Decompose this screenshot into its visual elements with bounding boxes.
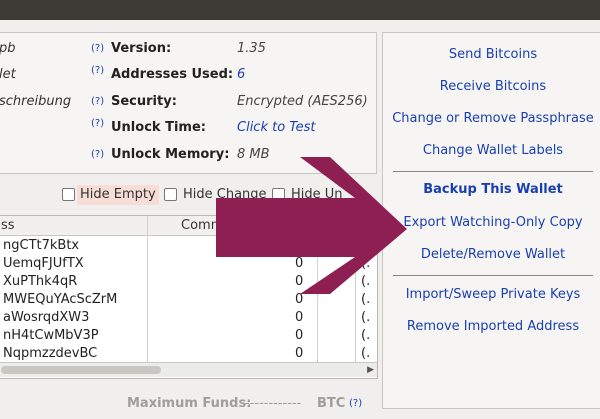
pointer-arrow-icon — [216, 157, 407, 294]
arrow-shape — [216, 157, 407, 294]
